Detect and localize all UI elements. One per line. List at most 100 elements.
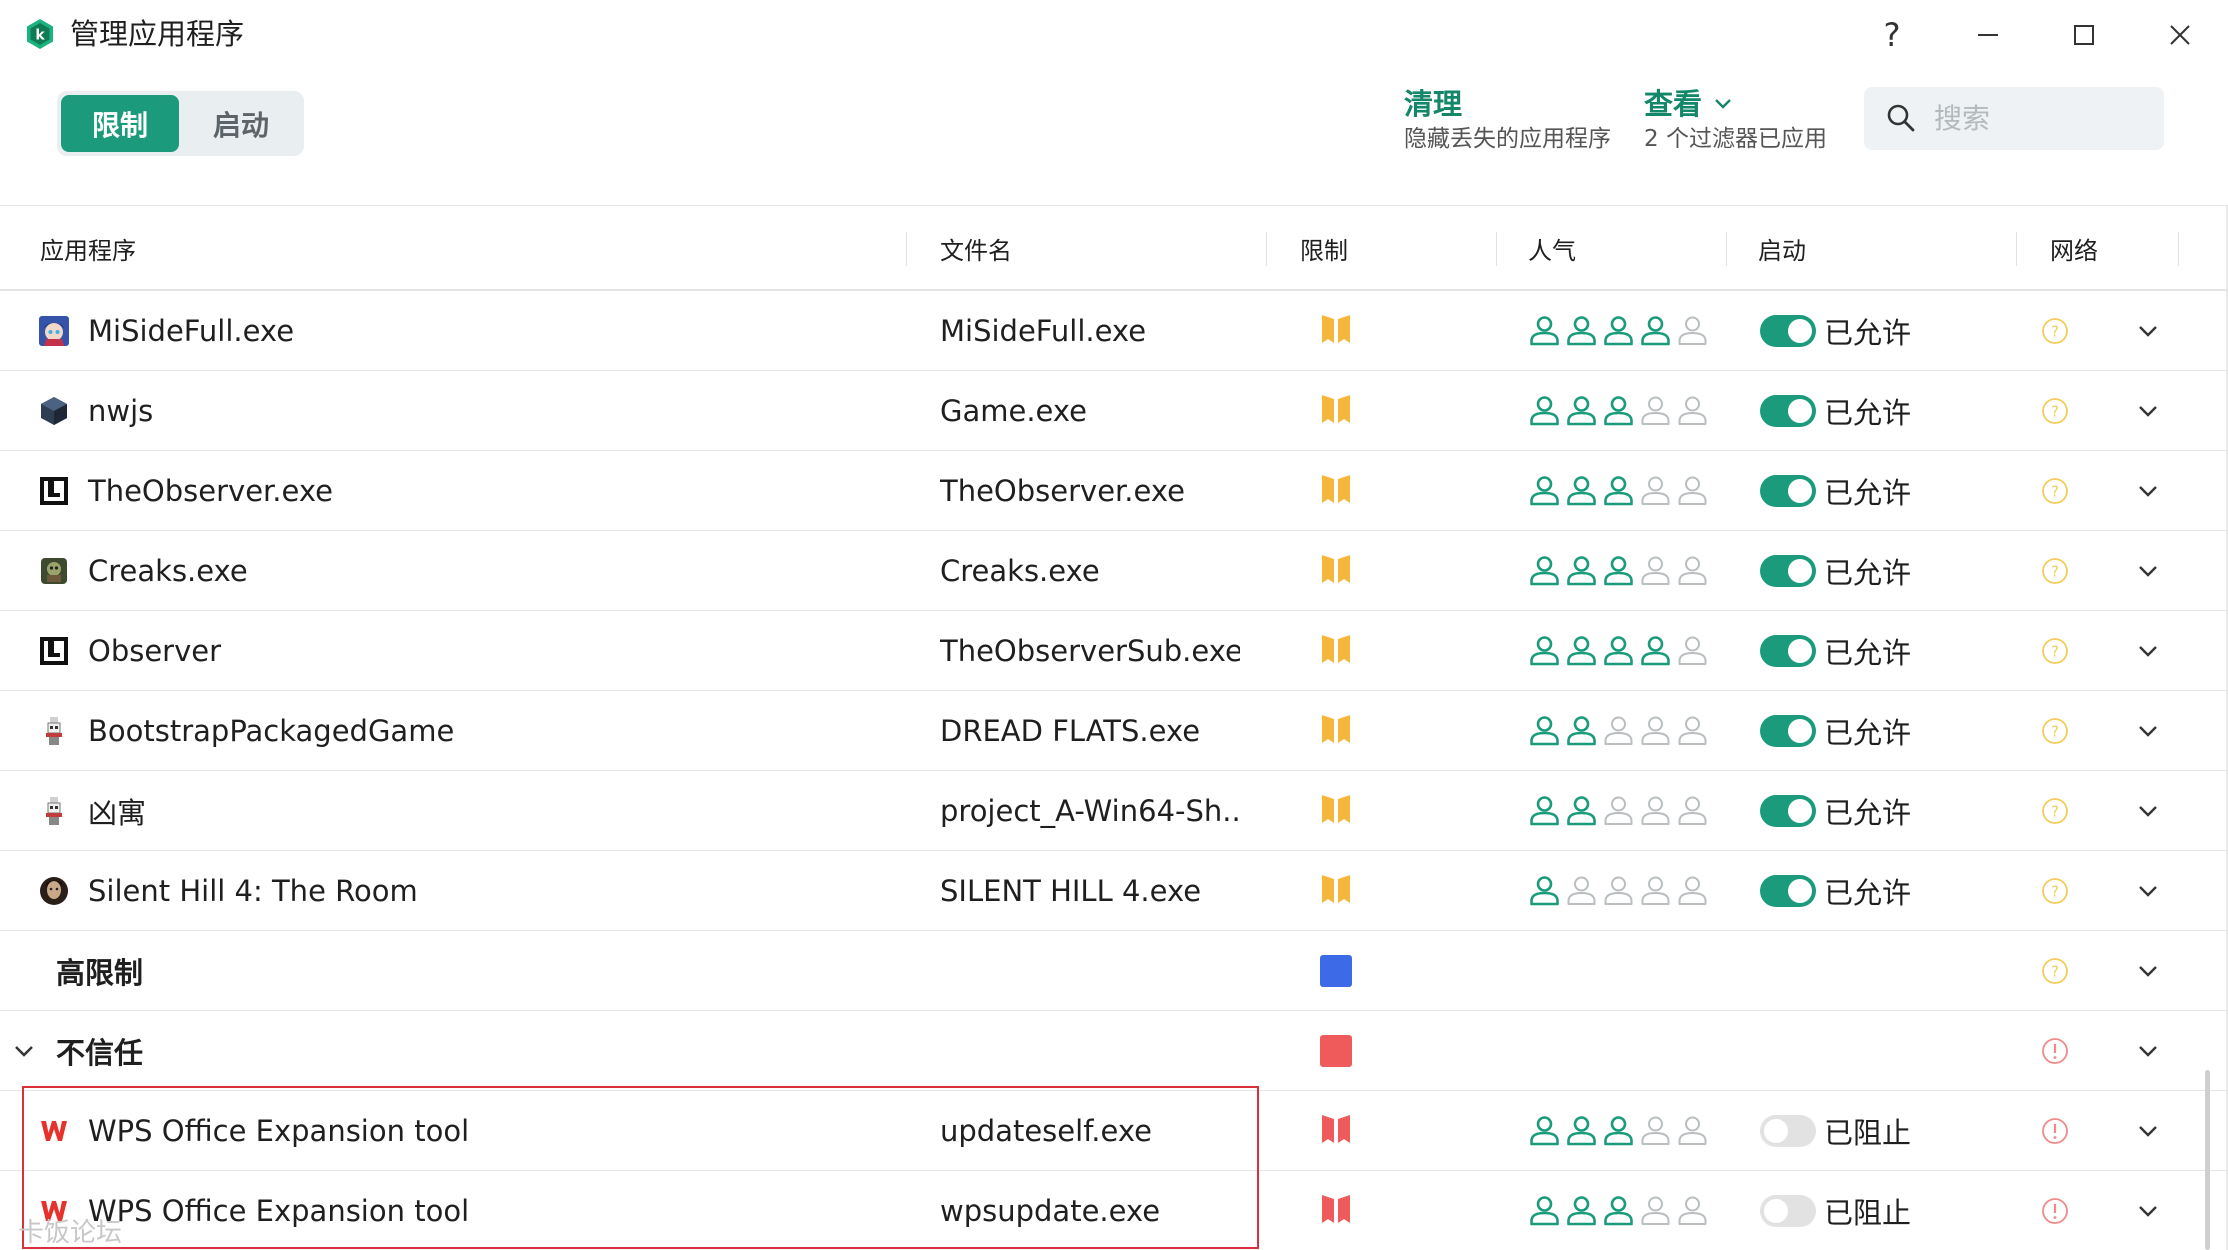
restriction-status[interactable] <box>1320 793 1352 827</box>
popularity-person-icon <box>1604 556 1633 586</box>
expand-button[interactable] <box>2136 1091 2160 1170</box>
maximize-button[interactable] <box>2056 12 2112 58</box>
expand-button[interactable] <box>2136 291 2160 370</box>
col-divider[interactable] <box>1496 232 1497 266</box>
table-row[interactable]: Creaks.exe Creaks.exe 已允许? <box>0 531 2228 611</box>
restriction-status[interactable] <box>1320 633 1352 667</box>
restriction-status[interactable] <box>1320 473 1352 507</box>
table-row[interactable]: BootstrapPackagedGame DREAD FLATS.exe 已允许? <box>0 691 2228 771</box>
restriction-status[interactable] <box>1320 393 1352 427</box>
group-row-high[interactable]: 高限制 ? <box>0 931 2228 1011</box>
expand-button[interactable] <box>2136 851 2160 930</box>
question-icon: ? <box>2042 957 2068 984</box>
col-app[interactable]: 应用程序 <box>40 206 136 290</box>
col-divider[interactable] <box>906 232 907 266</box>
expand-button[interactable] <box>2136 771 2160 850</box>
table-row[interactable]: nwjs Game.exe 已允许? <box>0 371 2228 451</box>
popularity-person-icon <box>1641 396 1670 425</box>
mode-switch: 限制 启动 <box>57 91 304 156</box>
col-file[interactable]: 文件名 <box>940 206 1012 290</box>
expand-button[interactable] <box>2136 531 2160 610</box>
toggle-switch[interactable] <box>1760 874 1816 907</box>
startup-toggle[interactable] <box>1760 771 1816 850</box>
col-divider[interactable] <box>2178 232 2179 266</box>
popularity-rating <box>1528 691 1709 770</box>
expand-button[interactable] <box>2136 1171 2160 1250</box>
col-divider[interactable] <box>2016 232 2017 266</box>
col-startup[interactable]: 启动 <box>1758 206 1806 290</box>
popularity-person-icon <box>1678 396 1707 425</box>
popularity-person-icon <box>1678 476 1707 505</box>
col-popularity[interactable]: 人气 <box>1528 206 1576 290</box>
creaks-icon <box>41 558 67 584</box>
startup-toggle[interactable] <box>1760 371 1816 450</box>
chevron-down-icon <box>2139 405 2157 417</box>
close-button[interactable] <box>2152 12 2208 58</box>
expand-button[interactable] <box>2136 931 2160 1010</box>
alert-icon <box>2042 1037 2068 1064</box>
expand-button[interactable] <box>2136 691 2160 770</box>
toggle-switch[interactable] <box>1760 474 1816 507</box>
search-input[interactable] <box>1934 97 2154 139</box>
group-label-untrusted: 不信任 <box>56 1035 144 1070</box>
expand-button[interactable] <box>2136 611 2160 690</box>
close-icon <box>2170 25 2190 45</box>
minimize-button[interactable] <box>1960 12 2016 58</box>
startup-toggle[interactable] <box>1760 451 1816 530</box>
table-row[interactable]: MiSideFull.exe MiSideFull.exe 已允许? <box>0 291 2228 371</box>
expand-button[interactable] <box>2136 371 2160 450</box>
toggle-switch[interactable] <box>1760 634 1816 667</box>
toggle-switch[interactable] <box>1760 314 1816 347</box>
startup-status: 已允许 <box>1824 875 1912 910</box>
toggle-switch[interactable] <box>1760 794 1816 827</box>
startup-toggle[interactable] <box>1760 531 1816 610</box>
expand-button[interactable] <box>2136 1011 2160 1090</box>
tab-startup[interactable]: 启动 <box>183 95 299 152</box>
col-divider[interactable] <box>1726 232 1727 266</box>
toggle-switch[interactable] <box>1760 554 1816 587</box>
toggle-switch[interactable] <box>1760 714 1816 747</box>
help-button[interactable]: ? <box>1864 12 1920 58</box>
collapse-group-button[interactable] <box>12 1011 36 1090</box>
scrollbar[interactable] <box>2205 1070 2210 1250</box>
bookmark-restrict-icon <box>1322 555 1350 583</box>
popularity-person-icon <box>1530 796 1559 826</box>
restriction-status[interactable] <box>1320 1113 1352 1147</box>
col-restrict[interactable]: 限制 <box>1300 206 1348 290</box>
question-icon: ? <box>2042 557 2068 584</box>
restriction-status[interactable] <box>1320 553 1352 587</box>
startup-toggle[interactable] <box>1760 611 1816 690</box>
table-row[interactable]: 凶寓 project_A-Win64-Sh... 已允许? <box>0 771 2228 851</box>
restriction-status[interactable] <box>1320 713 1352 747</box>
group-row-untrusted[interactable]: 不信任 <box>0 1011 2228 1091</box>
toggle-switch[interactable] <box>1760 1194 1816 1227</box>
toggle-switch[interactable] <box>1760 1114 1816 1147</box>
toggle-switch[interactable] <box>1760 394 1816 427</box>
startup-toggle[interactable] <box>1760 851 1816 930</box>
restriction-status[interactable] <box>1320 313 1352 347</box>
expand-button[interactable] <box>2136 451 2160 530</box>
restriction-status[interactable] <box>1320 873 1352 907</box>
svg-text:?: ? <box>2051 322 2059 340</box>
network-status: ? <box>2040 851 2070 930</box>
tab-restrict[interactable]: 限制 <box>61 95 179 152</box>
table-row[interactable]: WPS Office Expansion tool wpsupdate.exe 已阻… <box>0 1171 2228 1250</box>
startup-toggle[interactable] <box>1760 1091 1816 1170</box>
table-row[interactable]: Silent Hill 4: The Room SILENT HILL 4.exe… <box>0 851 2228 931</box>
col-network[interactable]: 网络 <box>2050 206 2098 290</box>
popularity-person-icon <box>1641 1116 1670 1145</box>
view-action[interactable]: 查看 2 个过滤器已应用 <box>1644 86 1827 156</box>
restriction-status[interactable] <box>1320 1193 1352 1227</box>
startup-toggle[interactable] <box>1760 1171 1816 1250</box>
network-status: ? <box>2040 291 2070 370</box>
table-row[interactable]: Observer TheObserverSub.exe 已允许? <box>0 611 2228 691</box>
trusted-rows: MiSideFull.exe MiSideFull.exe 已允许? nwjs Game… <box>0 291 2228 931</box>
startup-toggle[interactable] <box>1760 691 1816 770</box>
popularity-person-icon <box>1530 876 1559 906</box>
startup-toggle[interactable] <box>1760 291 1816 370</box>
table-row[interactable]: TheObserver.exe TheObserver.exe 已允许? <box>0 451 2228 531</box>
bookmark-restrict-icon <box>1322 635 1350 663</box>
col-divider[interactable] <box>1266 232 1267 266</box>
clean-action[interactable]: 清理 隐藏丢失的应用程序 <box>1404 86 1611 156</box>
table-row[interactable]: WPS Office Expansion tool updateself.exe 已… <box>0 1091 2228 1171</box>
